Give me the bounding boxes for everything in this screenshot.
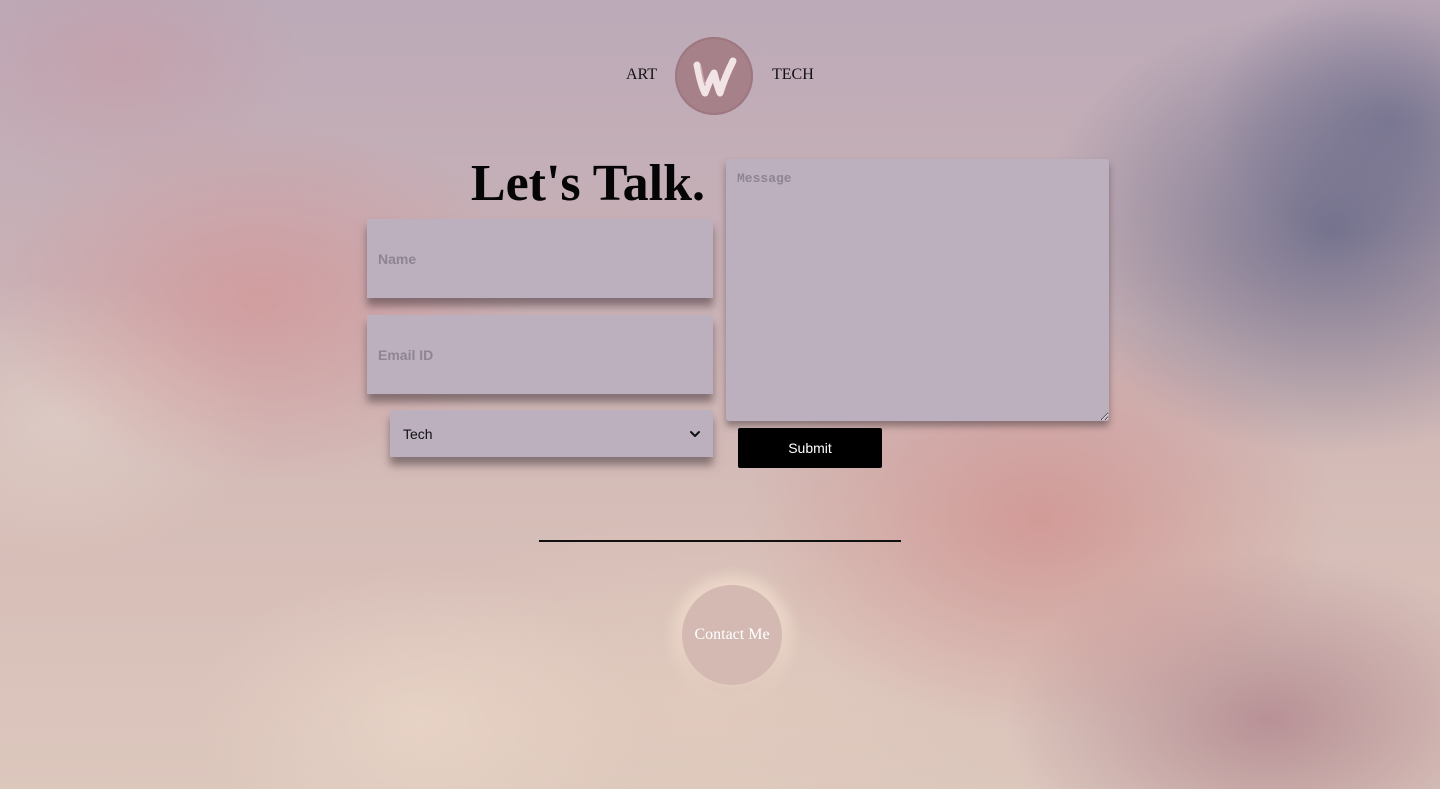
site-header: ART TECH: [0, 36, 1440, 116]
email-input[interactable]: [367, 315, 713, 394]
message-textarea[interactable]: [726, 159, 1109, 421]
section-divider: [539, 540, 901, 542]
name-input[interactable]: [367, 219, 713, 298]
page-title: Let's Talk.: [470, 155, 705, 212]
brand-tech-label: TECH: [772, 66, 814, 83]
chevron-down-icon: [689, 428, 701, 440]
category-select-value: Tech: [403, 425, 433, 442]
brand-art-label: ART: [626, 66, 658, 83]
logo[interactable]: [675, 37, 753, 115]
w-brush-logo-icon: [693, 57, 737, 97]
category-select[interactable]: Tech: [390, 410, 713, 457]
submit-button[interactable]: Submit: [738, 428, 882, 468]
contact-me-button[interactable]: Contact Me: [682, 585, 782, 685]
